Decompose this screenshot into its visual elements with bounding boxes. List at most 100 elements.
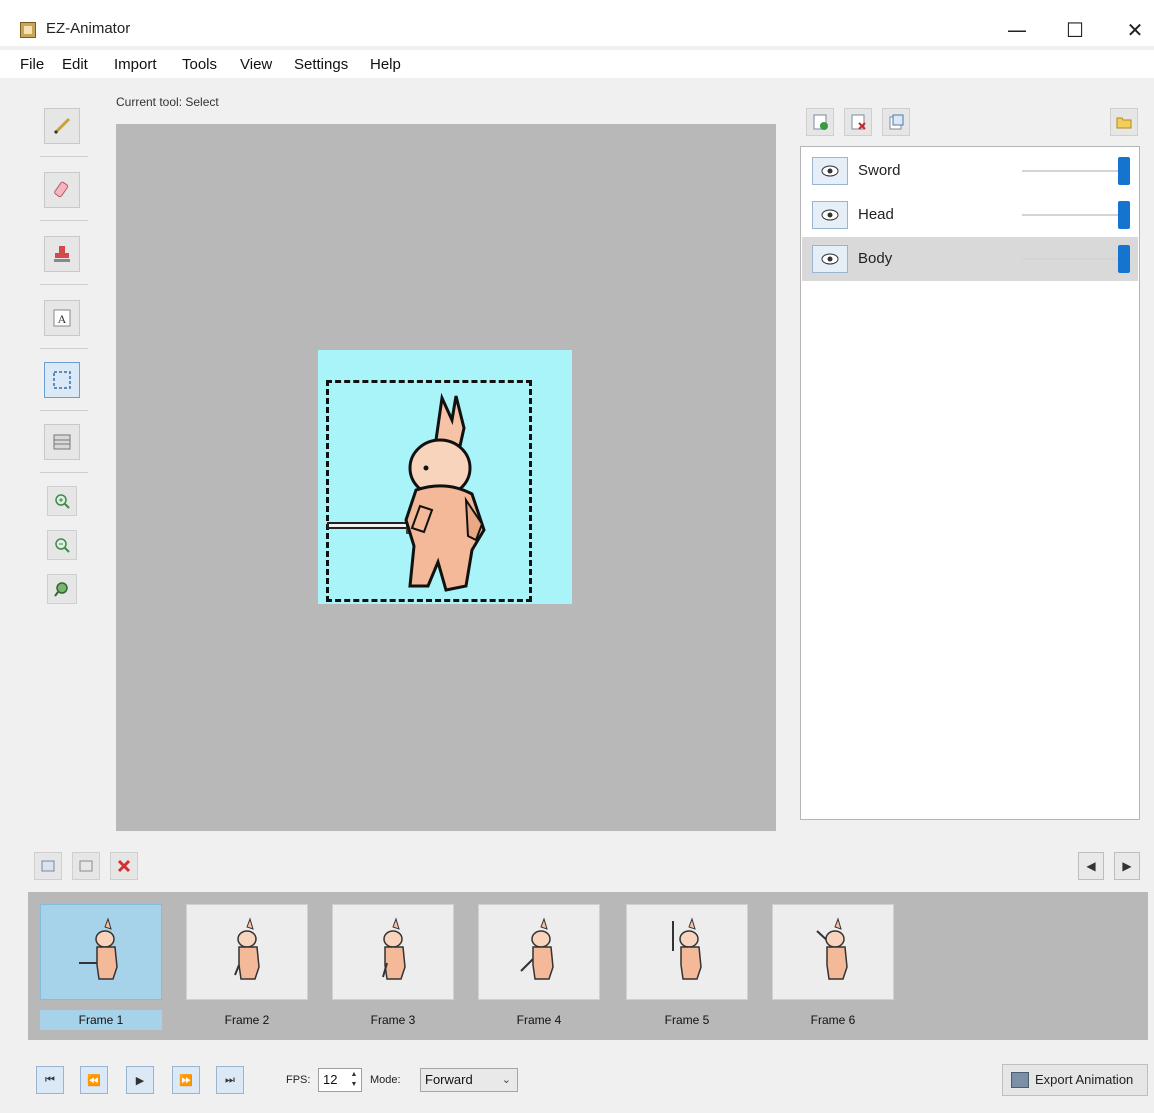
frame-item[interactable]: Frame 4 xyxy=(474,900,602,1032)
open-folder-button[interactable] xyxy=(1110,108,1138,136)
delete-icon xyxy=(117,859,131,873)
window-title: EZ-Animator xyxy=(46,20,131,37)
add-frame-button[interactable] xyxy=(34,852,62,880)
layer-row-body[interactable]: Body xyxy=(802,237,1138,281)
duplicate-layer-button[interactable] xyxy=(882,108,910,136)
rabbit-thumbnail xyxy=(382,917,406,980)
fps-spinbox[interactable]: 12 ▲ ▼ xyxy=(318,1068,362,1092)
zoom-out-icon xyxy=(55,538,70,553)
grid-tool-button[interactable] xyxy=(44,424,80,460)
layer-name: Head xyxy=(858,206,894,223)
frame-thumbnail[interactable] xyxy=(626,904,748,1000)
frame-prev-button[interactable]: ◀ xyxy=(1078,852,1104,880)
rabbit-thumbnail xyxy=(520,917,554,980)
frame-thumbnail[interactable] xyxy=(186,904,308,1000)
menu-settings[interactable]: Settings xyxy=(294,56,348,73)
zoom-in-button[interactable] xyxy=(47,486,77,516)
add-layer-button[interactable] xyxy=(806,108,834,136)
mode-value: Forward xyxy=(425,1072,473,1087)
select-tool-button[interactable] xyxy=(44,362,80,398)
spin-arrows-icon[interactable]: ▲ ▼ xyxy=(348,1070,360,1090)
frame-item[interactable]: Frame 5 xyxy=(622,900,750,1032)
menu-bar: File Edit Import Tools View Settings Hel… xyxy=(0,50,1154,78)
pencil-tool-button[interactable] xyxy=(44,108,80,144)
rewind-icon: ⏪ xyxy=(87,1073,101,1087)
frame-label: Frame 2 xyxy=(224,1013,270,1027)
menu-import[interactable]: Import xyxy=(114,56,157,73)
next-frame-button[interactable]: ⏩ xyxy=(172,1066,200,1094)
mode-label: Mode: xyxy=(370,1074,401,1086)
eye-icon xyxy=(821,209,839,221)
layer-visibility-toggle[interactable] xyxy=(812,201,848,229)
frame-label: Frame 5 xyxy=(664,1013,710,1027)
layer-opacity-track[interactable] xyxy=(1022,170,1122,172)
menu-tools[interactable]: Tools xyxy=(182,56,217,73)
play-button[interactable]: ▶ xyxy=(126,1066,154,1094)
sprite-canvas[interactable] xyxy=(318,350,572,604)
rabbit-thumbnail xyxy=(672,917,702,980)
frame-next-button[interactable]: ▶ xyxy=(1114,852,1140,880)
frame-item[interactable]: Frame 6 xyxy=(768,900,896,1032)
frame-label: Frame 1 xyxy=(40,1010,162,1030)
frame-label: Frame 3 xyxy=(370,1013,416,1027)
frame-thumbnail[interactable] xyxy=(478,904,600,1000)
add-layer-icon xyxy=(813,114,828,130)
minimize-button[interactable]: — xyxy=(1000,16,1034,44)
play-icon: ▶ xyxy=(135,1073,145,1087)
drawing-canvas[interactable] xyxy=(116,124,776,831)
frame-label: Frame 4 xyxy=(516,1013,562,1027)
select-icon xyxy=(53,371,71,389)
stamp-tool-button[interactable] xyxy=(44,236,80,272)
zoom-reset-icon xyxy=(54,582,68,597)
layer-visibility-toggle[interactable] xyxy=(812,157,848,185)
frame-item[interactable]: Frame 1 xyxy=(36,900,164,1032)
prev-frame-button[interactable]: ⏪ xyxy=(80,1066,108,1094)
layer-row-sword[interactable]: Sword xyxy=(802,149,1138,193)
duplicate-layer-icon xyxy=(889,114,904,130)
layer-visibility-toggle[interactable] xyxy=(812,245,848,273)
menu-file[interactable]: File xyxy=(20,56,44,73)
menu-view[interactable]: View xyxy=(240,56,272,73)
skip-forward-icon: ⏭ xyxy=(225,1073,235,1086)
layer-opacity-track[interactable] xyxy=(1022,214,1122,216)
tool-separator xyxy=(40,410,88,411)
delete-layer-button[interactable] xyxy=(844,108,872,136)
frame-item[interactable]: Frame 3 xyxy=(328,900,456,1032)
frame-thumbnail[interactable] xyxy=(40,904,162,1000)
maximize-button[interactable]: ☐ xyxy=(1058,16,1092,44)
delete-frame-button[interactable] xyxy=(110,852,138,880)
menu-help[interactable]: Help xyxy=(370,56,401,73)
fps-label: FPS: xyxy=(286,1074,311,1086)
chevron-right-icon: ▶ xyxy=(1122,859,1132,873)
current-tool-status: Current tool: Select xyxy=(116,95,219,109)
menu-edit[interactable]: Edit xyxy=(62,56,88,73)
close-button[interactable]: ✕ xyxy=(1118,16,1152,44)
duplicate-frame-button[interactable] xyxy=(72,852,100,880)
layers-panel: Sword Head Body xyxy=(800,146,1140,820)
text-tool-button[interactable]: A xyxy=(44,300,80,336)
eye-icon xyxy=(821,253,839,265)
zoom-out-button[interactable] xyxy=(47,530,77,560)
zoom-reset-button[interactable] xyxy=(47,574,77,604)
layer-opacity-slider[interactable] xyxy=(1118,201,1130,229)
frame-thumbnail[interactable] xyxy=(772,904,894,1000)
frame-item[interactable]: Frame 2 xyxy=(182,900,310,1032)
app-icon xyxy=(20,22,36,38)
last-frame-button[interactable]: ⏭ xyxy=(216,1066,244,1094)
grid-icon xyxy=(53,434,71,450)
layer-opacity-slider[interactable] xyxy=(1118,157,1130,185)
eraser-tool-button[interactable] xyxy=(44,172,80,208)
layer-row-head[interactable]: Head xyxy=(802,193,1138,237)
mode-dropdown[interactable]: Forward ⌄ xyxy=(420,1068,518,1092)
layer-opacity-track[interactable] xyxy=(1022,258,1122,260)
frame-timeline: Frame 1 Frame 2 Frame 3 Frame 4 Frame 5 … xyxy=(28,892,1148,1040)
export-animation-button[interactable]: Export Animation xyxy=(1002,1064,1148,1096)
layer-name: Sword xyxy=(858,162,901,179)
pencil-icon xyxy=(53,117,71,135)
zoom-in-icon xyxy=(55,494,70,509)
tool-separator xyxy=(40,156,88,157)
frame-thumbnail[interactable] xyxy=(332,904,454,1000)
layer-opacity-slider[interactable] xyxy=(1118,245,1130,273)
tool-separator xyxy=(40,348,88,349)
first-frame-button[interactable]: ⏮ xyxy=(36,1066,64,1094)
